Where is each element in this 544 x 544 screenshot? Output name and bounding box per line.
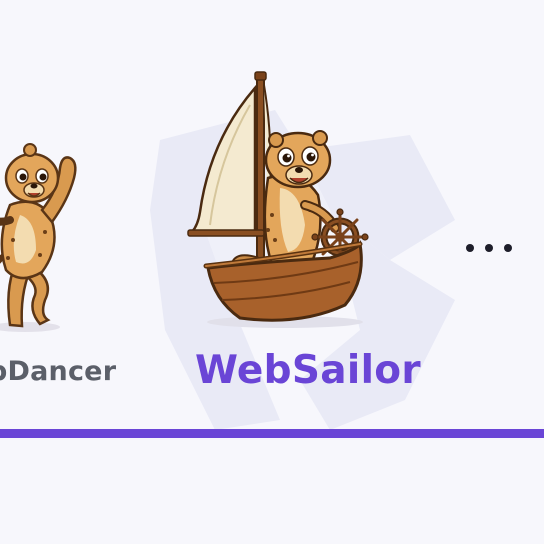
dot: [485, 244, 493, 252]
canvas: bDancer WebSailor: [0, 0, 544, 544]
ellipsis-icon: [466, 244, 512, 252]
dot: [504, 244, 512, 252]
websailor-mascot-icon: [187, 71, 369, 328]
webdancer-label: bDancer: [0, 356, 117, 387]
dot: [466, 244, 474, 252]
divider-line: [0, 429, 544, 438]
websailor-label: WebSailor: [195, 348, 421, 393]
